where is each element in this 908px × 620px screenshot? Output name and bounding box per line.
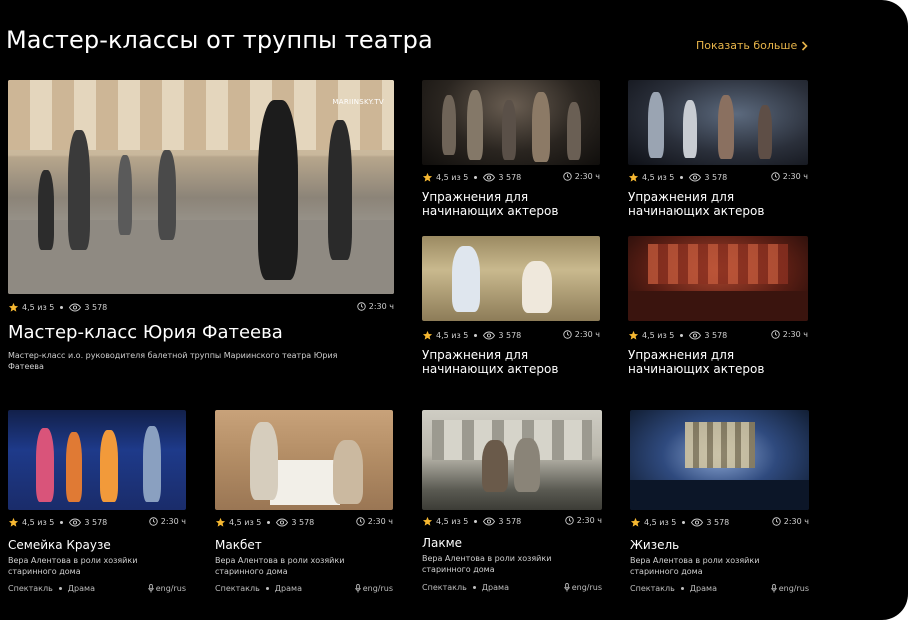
- performance-duration: 2:30 ч: [565, 516, 602, 525]
- eye-icon: [483, 173, 496, 182]
- clock-icon: [771, 172, 780, 181]
- clock-icon: [565, 516, 574, 525]
- small-card-duration: 2:30 ч: [563, 172, 600, 181]
- performance-footer: Спектакль Драма: [630, 584, 717, 593]
- performance-footer: Спектакль Драма: [422, 583, 509, 592]
- performance-title[interactable]: Жизель: [630, 538, 679, 552]
- eye-icon: [69, 303, 82, 312]
- microphone-icon: [564, 583, 570, 592]
- small-card-title[interactable]: Упражнения для начинающих актеров: [422, 190, 582, 218]
- microphone-icon: [771, 584, 777, 593]
- eye-icon: [691, 518, 704, 527]
- microphone-icon: [355, 584, 361, 593]
- masterclasses-section: Мастер-классы от труппы театра Показать …: [0, 0, 908, 620]
- small-card-thumbnail[interactable]: [628, 80, 808, 165]
- small-card-thumbnail[interactable]: [422, 80, 600, 165]
- performance-thumbnail[interactable]: [630, 410, 809, 510]
- performance-thumbnail[interactable]: [215, 410, 393, 510]
- small-card-meta: 4,5 из 5 3 578: [422, 172, 521, 183]
- small-card-4[interactable]: 4,5 из 5 3 578 2:30 ч Упражнения для нач…: [628, 236, 808, 376]
- featured-duration: 2:30 ч: [357, 302, 394, 311]
- small-card-thumbnail[interactable]: [628, 236, 808, 321]
- small-card-duration: 2:30 ч: [771, 172, 808, 181]
- show-more-link[interactable]: Показать больше: [696, 39, 808, 52]
- section-title: Мастер-классы от труппы театра: [6, 26, 433, 54]
- small-card-thumbnail[interactable]: [422, 236, 600, 321]
- rating-text: 4,5 из 5: [22, 303, 55, 312]
- performance-title[interactable]: Макбет: [215, 538, 262, 552]
- small-card-title[interactable]: Упражнения для начинающих актеров: [628, 348, 788, 376]
- eye-icon: [689, 331, 702, 340]
- performance-card-3[interactable]: 4,5 из 5 3 578 2:30 ч Лакме Вера Алентов…: [422, 410, 602, 600]
- performance-card-1[interactable]: 4,5 из 5 3 578 2:30 ч Семейка Краузе Вер…: [8, 410, 186, 600]
- performance-description: Вера Алентова в роли хозяйки старинного …: [8, 556, 138, 576]
- performance-description: Вера Алентова в роли хозяйки старинного …: [215, 556, 345, 576]
- small-card-2[interactable]: 4,5 из 5 3 578 2:30 ч Упражнения для нач…: [628, 80, 808, 220]
- featured-meta: 4,5 из 5 3 578: [8, 302, 107, 313]
- small-card-meta: 4,5 из 5 3 578: [422, 330, 521, 341]
- performance-footer: Спектакль Драма: [8, 584, 95, 593]
- clock-icon: [357, 302, 366, 311]
- show-more-label: Показать больше: [696, 39, 798, 52]
- eye-icon: [483, 331, 496, 340]
- performance-thumbnail[interactable]: [8, 410, 186, 510]
- small-card-3[interactable]: 4,5 из 5 3 578 2:30 ч Упражнения для нач…: [422, 236, 600, 376]
- performance-thumbnail[interactable]: [422, 410, 602, 510]
- featured-thumbnail[interactable]: MARIINSKY.TV: [8, 80, 394, 294]
- eye-icon: [276, 518, 289, 527]
- small-card-meta: 4,5 из 5 3 578: [628, 172, 727, 183]
- small-card-duration: 2:30 ч: [563, 330, 600, 339]
- clock-icon: [772, 517, 781, 526]
- small-card-title[interactable]: Упражнения для начинающих актеров: [422, 348, 582, 376]
- eye-icon: [69, 518, 82, 527]
- performance-title[interactable]: Семейка Краузе: [8, 538, 111, 552]
- featured-card[interactable]: MARIINSKY.TV 4,5 из 5 3 578 2:30 ч Масте…: [8, 80, 394, 380]
- small-card-title[interactable]: Упражнения для начинающих актеров: [628, 190, 788, 218]
- small-card-1[interactable]: 4,5 из 5 3 578 2:30 ч Упражнения для нач…: [422, 80, 600, 220]
- star-icon: [422, 172, 433, 182]
- performance-language: eng/rus: [771, 584, 809, 593]
- small-card-duration: 2:30 ч: [771, 330, 808, 339]
- performance-card-4[interactable]: 4,5 из 5 3 578 2:30 ч Жизель Вера Аленто…: [630, 410, 809, 600]
- star-icon: [630, 517, 641, 527]
- views-text: 3 578: [84, 303, 108, 312]
- performance-language: eng/rus: [355, 584, 393, 593]
- chevron-right-icon: [802, 40, 808, 51]
- small-card-meta: 4,5 из 5 3 578: [628, 330, 727, 341]
- performance-description: Вера Алентова в роли хозяйки старинного …: [630, 556, 760, 576]
- eye-icon: [689, 173, 702, 182]
- performance-meta: 4,5 из 5 3 578: [422, 516, 521, 527]
- performance-meta: 4,5 из 5 3 578: [8, 517, 107, 528]
- star-icon: [215, 517, 226, 527]
- clock-icon: [149, 517, 158, 526]
- star-icon: [8, 302, 19, 312]
- microphone-icon: [148, 584, 154, 593]
- performance-title[interactable]: Лакме: [422, 536, 462, 550]
- star-icon: [422, 516, 433, 526]
- performance-description: Вера Алентова в роли хозяйки старинного …: [422, 554, 552, 574]
- star-icon: [628, 330, 639, 340]
- performance-duration: 2:30 ч: [772, 517, 809, 526]
- performance-meta: 4,5 из 5 3 578: [630, 517, 729, 528]
- mariinsky-tv-watermark: MARIINSKY.TV: [332, 98, 384, 106]
- clock-icon: [771, 330, 780, 339]
- clock-icon: [563, 330, 572, 339]
- featured-description: Мастер-класс и.о. руководителя балетной …: [8, 351, 338, 371]
- star-icon: [422, 330, 433, 340]
- performance-duration: 2:30 ч: [149, 517, 186, 526]
- performance-language: eng/rus: [564, 583, 602, 592]
- clock-icon: [563, 172, 572, 181]
- star-icon: [628, 172, 639, 182]
- star-icon: [8, 517, 19, 527]
- performance-duration: 2:30 ч: [356, 517, 393, 526]
- eye-icon: [483, 517, 496, 526]
- performance-card-2[interactable]: 4,5 из 5 3 578 2:30 ч Макбет Вера Аленто…: [215, 410, 393, 600]
- featured-title[interactable]: Мастер-класс Юрия Фатеева: [8, 322, 283, 344]
- performance-language: eng/rus: [148, 584, 186, 593]
- clock-icon: [356, 517, 365, 526]
- performance-meta: 4,5 из 5 3 578: [215, 517, 314, 528]
- performance-footer: Спектакль Драма: [215, 584, 302, 593]
